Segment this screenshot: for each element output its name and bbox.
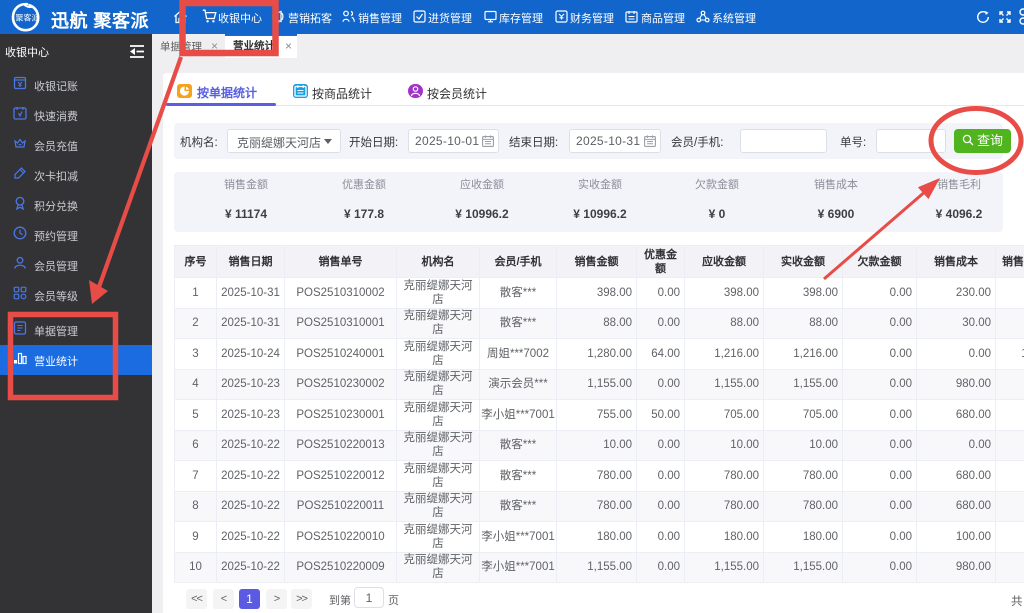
svg-text:聚客派: 聚客派 [16, 13, 40, 23]
